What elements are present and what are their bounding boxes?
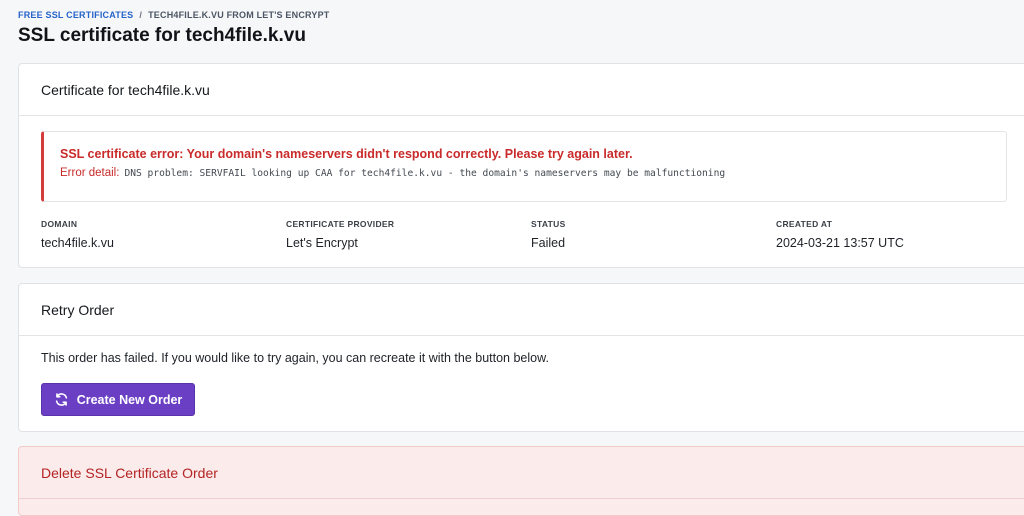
meta-label: CERTIFICATE PROVIDER xyxy=(286,219,395,229)
certificate-card: Certificate for tech4file.k.vu SSL certi… xyxy=(18,63,1024,268)
meta-label: STATUS xyxy=(531,219,566,229)
error-title: SSL certificate error: Your domain's nam… xyxy=(60,147,633,161)
create-new-order-button[interactable]: Create New Order xyxy=(41,383,195,416)
breadcrumb-current: TECH4FILE.K.VU FROM LET'S ENCRYPT xyxy=(148,10,330,20)
certificate-card-header: Certificate for tech4file.k.vu xyxy=(19,64,1024,116)
meta-value: Failed xyxy=(531,236,566,250)
meta-value: Let's Encrypt xyxy=(286,236,358,250)
error-alert: SSL certificate error: Your domain's nam… xyxy=(41,131,1007,202)
meta-value: 2024-03-21 13:57 UTC xyxy=(776,236,904,250)
breadcrumb-separator: / xyxy=(139,10,143,20)
error-detail: Error detail: DNS problem: SERVFAIL look… xyxy=(60,167,1006,179)
meta-certificate-provider: CERTIFICATE PROVIDER Let's Encrypt xyxy=(286,219,531,250)
breadcrumb: FREE SSL CERTIFICATES / TECH4FILE.K.VU FRO… xyxy=(18,10,330,20)
meta-status: STATUS Failed xyxy=(531,219,776,250)
meta-label: CREATED AT xyxy=(776,219,833,229)
page-title: SSL certificate for tech4file.k.vu xyxy=(18,25,306,46)
retry-order-text: This order has failed. If you would like… xyxy=(41,351,549,365)
error-detail-label: Error detail: xyxy=(60,167,120,179)
create-new-order-label: Create New Order xyxy=(76,392,183,407)
error-detail-code: DNS problem: SERVFAIL looking up CAA for… xyxy=(124,168,726,179)
breadcrumb-link-free-ssl-certificates[interactable]: FREE SSL CERTIFICATES xyxy=(18,10,133,20)
retry-order-card-header: Retry Order xyxy=(19,284,1024,336)
meta-domain: DOMAIN tech4file.k.vu xyxy=(41,219,286,250)
delete-order-card: Delete SSL Certificate Order xyxy=(18,446,1024,516)
retry-order-card: Retry Order This order has failed. If yo… xyxy=(18,283,1024,432)
meta-created-at: CREATED AT 2024-03-21 13:57 UTC xyxy=(776,219,1021,250)
certificate-meta: DOMAIN tech4file.k.vu CERTIFICATE PROVID… xyxy=(41,219,1021,250)
delete-order-card-header: Delete SSL Certificate Order xyxy=(19,447,1024,499)
meta-label: DOMAIN xyxy=(41,219,78,229)
refresh-icon xyxy=(54,392,69,407)
meta-value: tech4file.k.vu xyxy=(41,236,114,250)
